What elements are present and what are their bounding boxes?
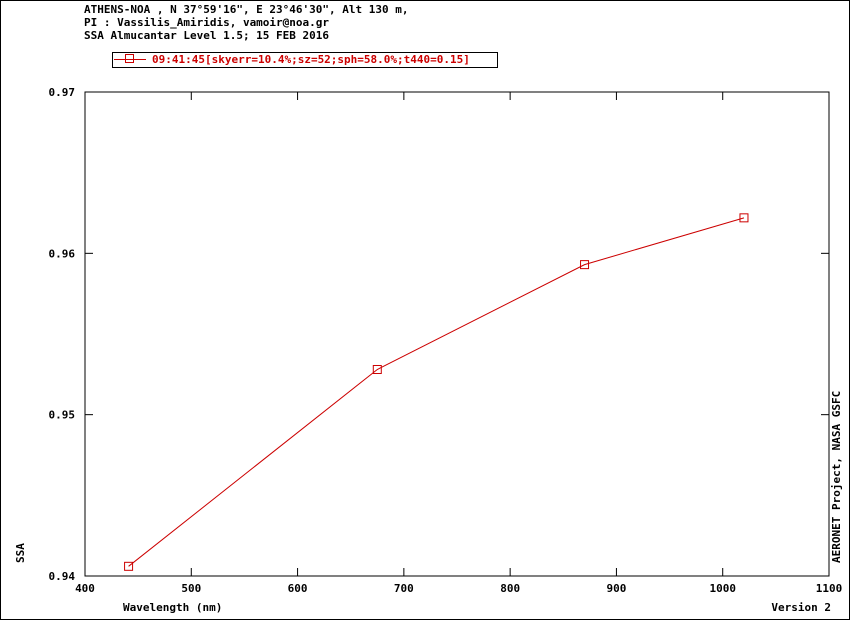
x-tick-label: 700 <box>394 582 414 595</box>
x-tick-label: 800 <box>500 582 520 595</box>
x-axis-label: Wavelength (nm) <box>123 601 222 614</box>
series-line <box>128 217 745 567</box>
x-tick-label: 400 <box>75 582 95 595</box>
ssa-chart: 400 500 600 700 800 900 1000 1100 0.940.950.960… <box>14 86 843 614</box>
y-axis-ticks: 0.94 0.95 0.96 0.97 <box>49 86 829 583</box>
x-tick-label: 1000 <box>709 582 736 595</box>
x-tick-label: 500 <box>181 582 201 595</box>
series-group <box>124 213 749 571</box>
y-tick-label: 0.94 <box>49 570 76 583</box>
x-tick-label: 600 <box>288 582 308 595</box>
x-axis-ticks: 400 500 600 700 800 900 1000 1100 <box>75 92 842 595</box>
plot-area <box>84 91 830 577</box>
y-axis-label: SSA <box>14 543 27 563</box>
x-tick-label: 1100 <box>816 582 843 595</box>
version-label: Version 2 <box>771 601 831 614</box>
aeronet-credit: AERONET Project, NASA GSFC <box>830 391 843 563</box>
y-tick-label: 0.97 <box>49 86 76 99</box>
x-tick-label: 900 <box>606 582 626 595</box>
y-tick-label: 0.96 <box>49 247 76 260</box>
y-tick-label: 0.95 <box>49 409 76 422</box>
